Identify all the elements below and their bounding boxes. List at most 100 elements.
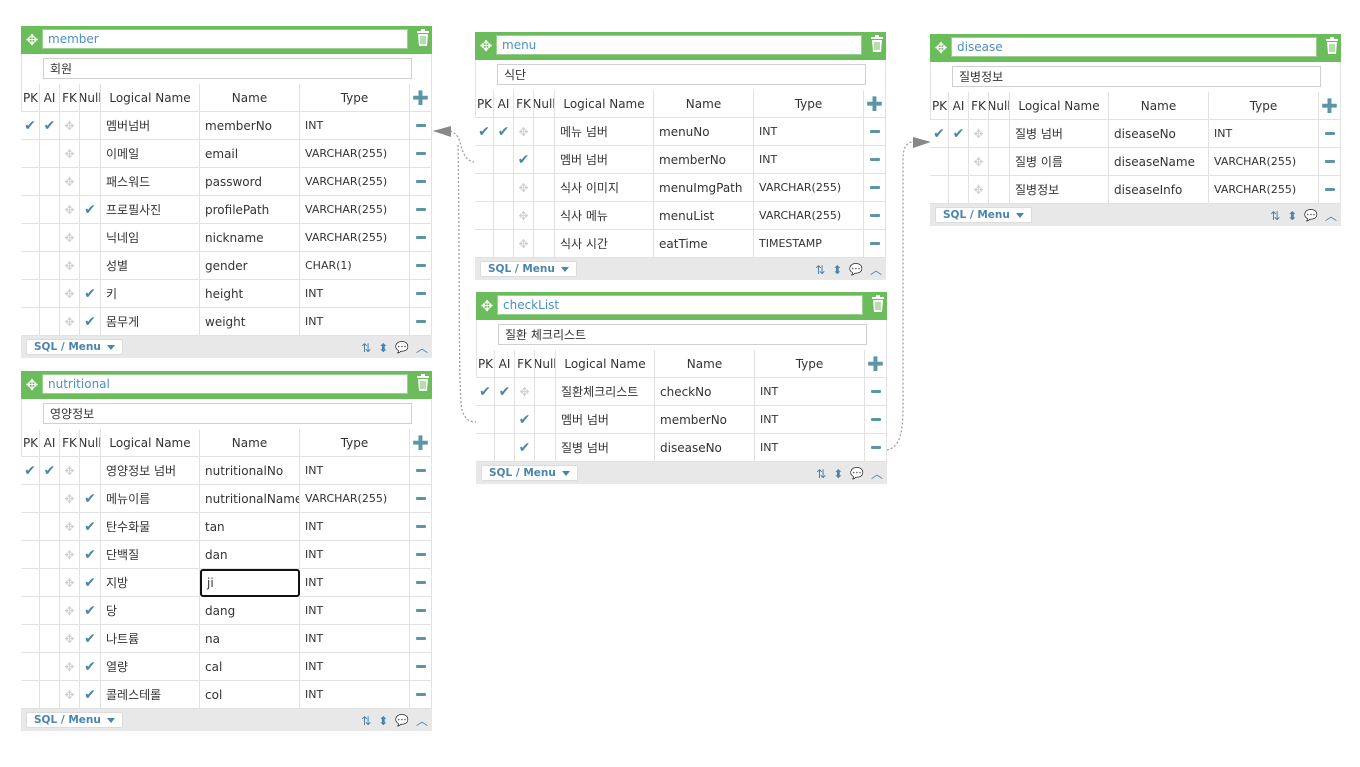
plus-icon[interactable]: ✚ [867,354,884,374]
column-name-cell[interactable]: diseaseInfo [1109,176,1209,204]
column-name-cell[interactable]: nutritionalName [200,485,300,513]
logical-name-cell[interactable]: 식사 시간 [555,230,654,258]
column-name-cell[interactable]: nickname [200,224,300,252]
pk-cell[interactable] [475,202,494,230]
column-type-cell[interactable]: VARCHAR(255) [754,174,864,202]
sql-menu-button[interactable]: SQL / Menu [935,207,1032,223]
null-cell[interactable]: ✔ [80,597,101,625]
column-name-cell[interactable]: diseaseNo [655,434,755,462]
null-cell[interactable] [989,148,1010,176]
add-column-button[interactable]: ✚ [864,90,886,118]
ai-cell[interactable] [494,230,514,258]
column-type-cell[interactable]: VARCHAR(255) [300,140,410,168]
null-cell[interactable] [80,112,101,140]
fk-cell[interactable]: ✥ [60,625,80,653]
column-type-cell[interactable]: INT [755,378,865,406]
pk-cell[interactable] [476,434,495,462]
chevron-up-icon[interactable]: ︿ [871,465,883,482]
null-cell[interactable]: ✔ [80,308,101,336]
ai-cell[interactable] [40,252,60,280]
column-type-cell[interactable]: VARCHAR(255) [300,224,410,252]
remove-column-button[interactable] [864,174,886,202]
null-cell[interactable] [534,230,555,258]
minus-icon[interactable] [415,124,426,127]
column-type-cell[interactable]: INT [300,597,410,625]
null-cell[interactable] [535,378,556,406]
logical-name-cell[interactable]: 질병 이름 [1010,148,1109,176]
comment-icon[interactable]: 💬 [1304,209,1318,222]
logical-name-cell[interactable]: 영양정보 넘버 [101,457,200,485]
logical-name-cell[interactable]: 콜레스테롤 [101,681,200,709]
null-cell[interactable]: ✔ [80,653,101,681]
logical-name-cell[interactable]: 성별 [101,252,200,280]
comment-icon[interactable]: 💬 [395,714,409,727]
column-name-cell[interactable]: menuNo [654,118,754,146]
null-cell[interactable]: ✔ [80,280,101,308]
logical-name-cell[interactable]: 닉네임 [101,224,200,252]
plus-icon[interactable]: ✚ [412,433,429,453]
null-cell[interactable]: ✔ [80,485,101,513]
minus-icon[interactable] [415,208,426,211]
remove-column-button[interactable] [864,230,886,258]
sort-icon[interactable]: ⇅ [1270,209,1280,223]
remove-column-button[interactable] [410,597,432,625]
remove-column-button[interactable] [865,434,887,462]
minus-icon[interactable] [1324,132,1335,135]
remove-column-button[interactable] [410,569,432,597]
chevron-up-icon[interactable]: ︿ [1325,207,1337,224]
column-name-cell[interactable]: weight [200,308,300,336]
pk-cell[interactable]: ✔ [21,112,40,140]
pk-cell[interactable] [476,406,495,434]
pk-cell[interactable] [21,653,40,681]
chevron-up-icon[interactable]: ︿ [416,712,428,729]
up-down-icon[interactable]: ⬍ [832,263,842,277]
minus-icon[interactable] [869,186,880,189]
column-name-cell[interactable]: checkNo [655,378,755,406]
ai-cell[interactable] [40,569,60,597]
trash-icon[interactable] [416,374,432,396]
ai-cell[interactable] [949,176,969,204]
logical-name-cell[interactable]: 지방 [101,569,200,597]
logical-name-cell[interactable]: 식사 메뉴 [555,202,654,230]
fk-cell[interactable]: ✥ [60,252,80,280]
null-cell[interactable]: ✔ [80,513,101,541]
pk-cell[interactable] [21,252,40,280]
ai-cell[interactable] [40,625,60,653]
fk-cell[interactable]: ✥ [969,176,989,204]
null-cell[interactable] [535,406,556,434]
column-name-cell[interactable]: dang [200,597,300,625]
pk-cell[interactable]: ✔ [930,120,949,148]
table-comment-input[interactable] [498,324,867,345]
logical-name-cell[interactable]: 질환체크리스트 [556,378,655,406]
table-comment-input[interactable] [952,66,1321,87]
move-icon[interactable]: ✥ [21,26,43,54]
chevron-up-icon[interactable]: ︿ [870,261,882,278]
column-name-cell[interactable]: gender [200,252,300,280]
remove-column-button[interactable] [410,308,432,336]
trash-icon[interactable] [871,295,887,317]
fk-cell[interactable]: ✔ [515,406,535,434]
fk-cell[interactable]: ✥ [969,148,989,176]
remove-column-button[interactable] [410,653,432,681]
null-cell[interactable] [989,120,1010,148]
remove-column-button[interactable] [410,457,432,485]
ai-cell[interactable] [494,174,514,202]
column-name-cell[interactable]: profilePath [200,196,300,224]
column-name-cell[interactable]: col [200,681,300,709]
pk-cell[interactable] [21,597,40,625]
ai-cell[interactable] [495,406,515,434]
pk-cell[interactable] [475,146,494,174]
null-cell[interactable] [80,224,101,252]
add-column-button[interactable]: ✚ [410,84,432,112]
column-type-cell[interactable]: INT [300,541,410,569]
column-name-cell[interactable]: nutritionalNo [200,457,300,485]
add-column-button[interactable]: ✚ [1319,92,1341,120]
fk-cell[interactable]: ✥ [514,174,534,202]
remove-column-button[interactable] [410,541,432,569]
fk-cell[interactable]: ✥ [514,230,534,258]
column-type-cell[interactable]: VARCHAR(255) [1209,148,1319,176]
logical-name-cell[interactable]: 열량 [101,653,200,681]
remove-column-button[interactable] [410,280,432,308]
table-comment-input[interactable] [497,64,866,85]
pk-cell[interactable] [21,541,40,569]
